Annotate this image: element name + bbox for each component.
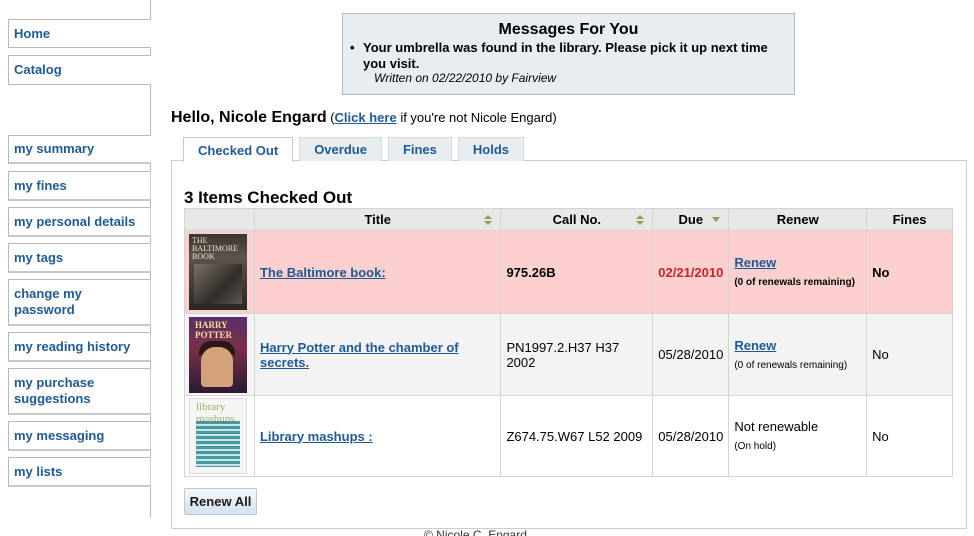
book-cover-image[interactable]: HARRY POTTER xyxy=(189,316,247,393)
cover-cell: library mashups xyxy=(184,395,255,477)
nav-label: my summary xyxy=(14,141,95,156)
nav-label: change my password xyxy=(14,286,82,317)
nav-label: my lists xyxy=(14,463,63,479)
fines-cell: No xyxy=(866,230,953,314)
column-call-no-label: Call No. xyxy=(552,212,602,227)
nav-home-label: Home xyxy=(14,25,51,41)
tab-fines[interactable]: Fines xyxy=(387,137,452,161)
table-row: library mashups Library mashups : Z674.7… xyxy=(184,395,953,477)
message-text: Your umbrella was found in the library. … xyxy=(363,40,768,71)
renew-status: Not renewable xyxy=(734,419,819,434)
fines-cell: No xyxy=(866,395,953,477)
nav-my-summary[interactable]: my summary xyxy=(8,135,151,164)
greeting-name: Hello, Nicole Engard xyxy=(171,109,327,126)
cover-cell: THE BALTIMORE BOOK xyxy=(184,230,255,314)
tab-overdue[interactable]: Overdue xyxy=(299,137,382,161)
nav-label: my reading history xyxy=(14,338,131,354)
call-no-cell: PN1997.2.H37 H37 2002 xyxy=(500,313,654,396)
messages-box: Messages For You • Your umbrella was fou… xyxy=(342,13,795,95)
book-cover-image[interactable]: library mashups xyxy=(189,398,247,474)
table-row: THE BALTIMORE BOOK The Baltimore book: 9… xyxy=(184,230,953,314)
nav-my-messaging[interactable]: my messaging xyxy=(8,421,151,451)
renew-link[interactable]: Renew xyxy=(734,255,776,270)
messages-title: Messages For You xyxy=(498,21,639,38)
sort-desc-icon xyxy=(712,217,721,222)
cover-text: HARRY POTTER xyxy=(195,319,233,340)
nav-catalog-label: Catalog xyxy=(14,62,62,77)
renew-note: (On hold) xyxy=(734,441,777,452)
message-written: Written on 02/22/2010 by Fairview xyxy=(374,71,557,85)
title-cell: Library mashups : xyxy=(253,395,502,477)
tab-bar: Checked Out Overdue Fines Holds xyxy=(183,137,530,162)
renew-all-button[interactable]: Renew All xyxy=(184,488,257,515)
nav-label: my messaging xyxy=(14,427,105,443)
nav-my-purchase-suggestions[interactable]: my purchase suggestions xyxy=(8,368,151,415)
book-cover-image[interactable]: THE BALTIMORE BOOK xyxy=(189,234,247,310)
renew-cell: Renew (0 of renewals remaining) xyxy=(728,313,868,396)
title-link[interactable]: The Baltimore book: xyxy=(260,265,386,280)
nav-my-lists[interactable]: my lists xyxy=(8,457,151,487)
message-item: • Your umbrella was found in the library… xyxy=(350,40,790,72)
column-header-cover xyxy=(184,208,255,231)
cover-cell: HARRY POTTER xyxy=(184,313,255,396)
sort-icon xyxy=(636,215,645,226)
renew-link[interactable]: Renew xyxy=(734,338,776,353)
renew-cell: Not renewable (On hold) xyxy=(728,395,868,477)
nav-my-tags[interactable]: my tags xyxy=(8,243,151,273)
bullet-icon: • xyxy=(350,40,355,55)
cover-text: THE BALTIMORE BOOK xyxy=(192,236,238,261)
nav-my-reading-history[interactable]: my reading history xyxy=(8,332,151,362)
nav-label: my purchase suggestions xyxy=(14,375,95,406)
column-header-fines: Fines xyxy=(866,208,953,231)
due-date: 05/28/2010 xyxy=(652,313,730,396)
greeting-suffix: if you're not Nicole Engard) xyxy=(396,110,557,125)
tab-holds[interactable]: Holds xyxy=(457,137,525,161)
column-header-renew: Renew xyxy=(728,208,868,231)
column-title-label: Title xyxy=(364,212,391,227)
not-you-link[interactable]: Click here xyxy=(335,110,397,125)
due-date: 05/28/2010 xyxy=(652,395,730,477)
title-link[interactable]: Library mashups : xyxy=(260,429,373,444)
column-header-due[interactable]: Due xyxy=(652,208,730,231)
nav-label: my tags xyxy=(14,249,64,265)
call-no-cell: Z674.75.W67 L52 2009 xyxy=(500,395,654,477)
nav-home[interactable]: Home xyxy=(8,19,151,48)
nav-my-fines[interactable]: my fines xyxy=(8,171,151,201)
renew-note: (0 of renewals remaining) xyxy=(734,277,855,288)
column-header-title[interactable]: Title xyxy=(253,208,502,231)
nav-label: my fines xyxy=(14,177,67,193)
column-header-call-no[interactable]: Call No. xyxy=(500,208,654,231)
column-due-label: Due xyxy=(678,212,704,227)
checked-out-table: Title Call No. Due Renew Fines THE BALTI… xyxy=(184,208,953,477)
greeting: Hello, Nicole Engard (Click here if you'… xyxy=(171,109,557,127)
fines-cell: No xyxy=(866,313,953,396)
greeting-open-paren: ( xyxy=(326,110,335,125)
renew-cell: Renew (0 of renewals remaining) xyxy=(728,230,868,314)
nav-change-my-password[interactable]: change my password xyxy=(8,279,151,326)
nav-catalog[interactable]: Catalog xyxy=(8,55,151,85)
footer-copyright: © Nicole C. Engard xyxy=(424,528,527,536)
title-link[interactable]: Harry Potter and the chamber of secrets. xyxy=(260,340,459,370)
renew-note: (0 of renewals remaining) xyxy=(734,359,848,371)
title-cell: The Baltimore book: xyxy=(253,230,502,314)
sort-icon xyxy=(484,215,493,226)
tab-checked-out[interactable]: Checked Out xyxy=(183,137,294,162)
call-no-cell: 975.26B xyxy=(500,230,654,314)
title-cell: Harry Potter and the chamber of secrets. xyxy=(253,313,502,396)
nav-label: my personal details xyxy=(14,213,136,229)
checked-out-heading: 3 Items Checked Out xyxy=(184,188,353,207)
due-date-overdue: 02/21/2010 xyxy=(652,230,730,314)
table-row: HARRY POTTER Harry Potter and the chambe… xyxy=(184,313,953,396)
nav-my-personal-details[interactable]: my personal details xyxy=(8,207,151,237)
table-header-row: Title Call No. Due Renew Fines xyxy=(184,208,953,231)
